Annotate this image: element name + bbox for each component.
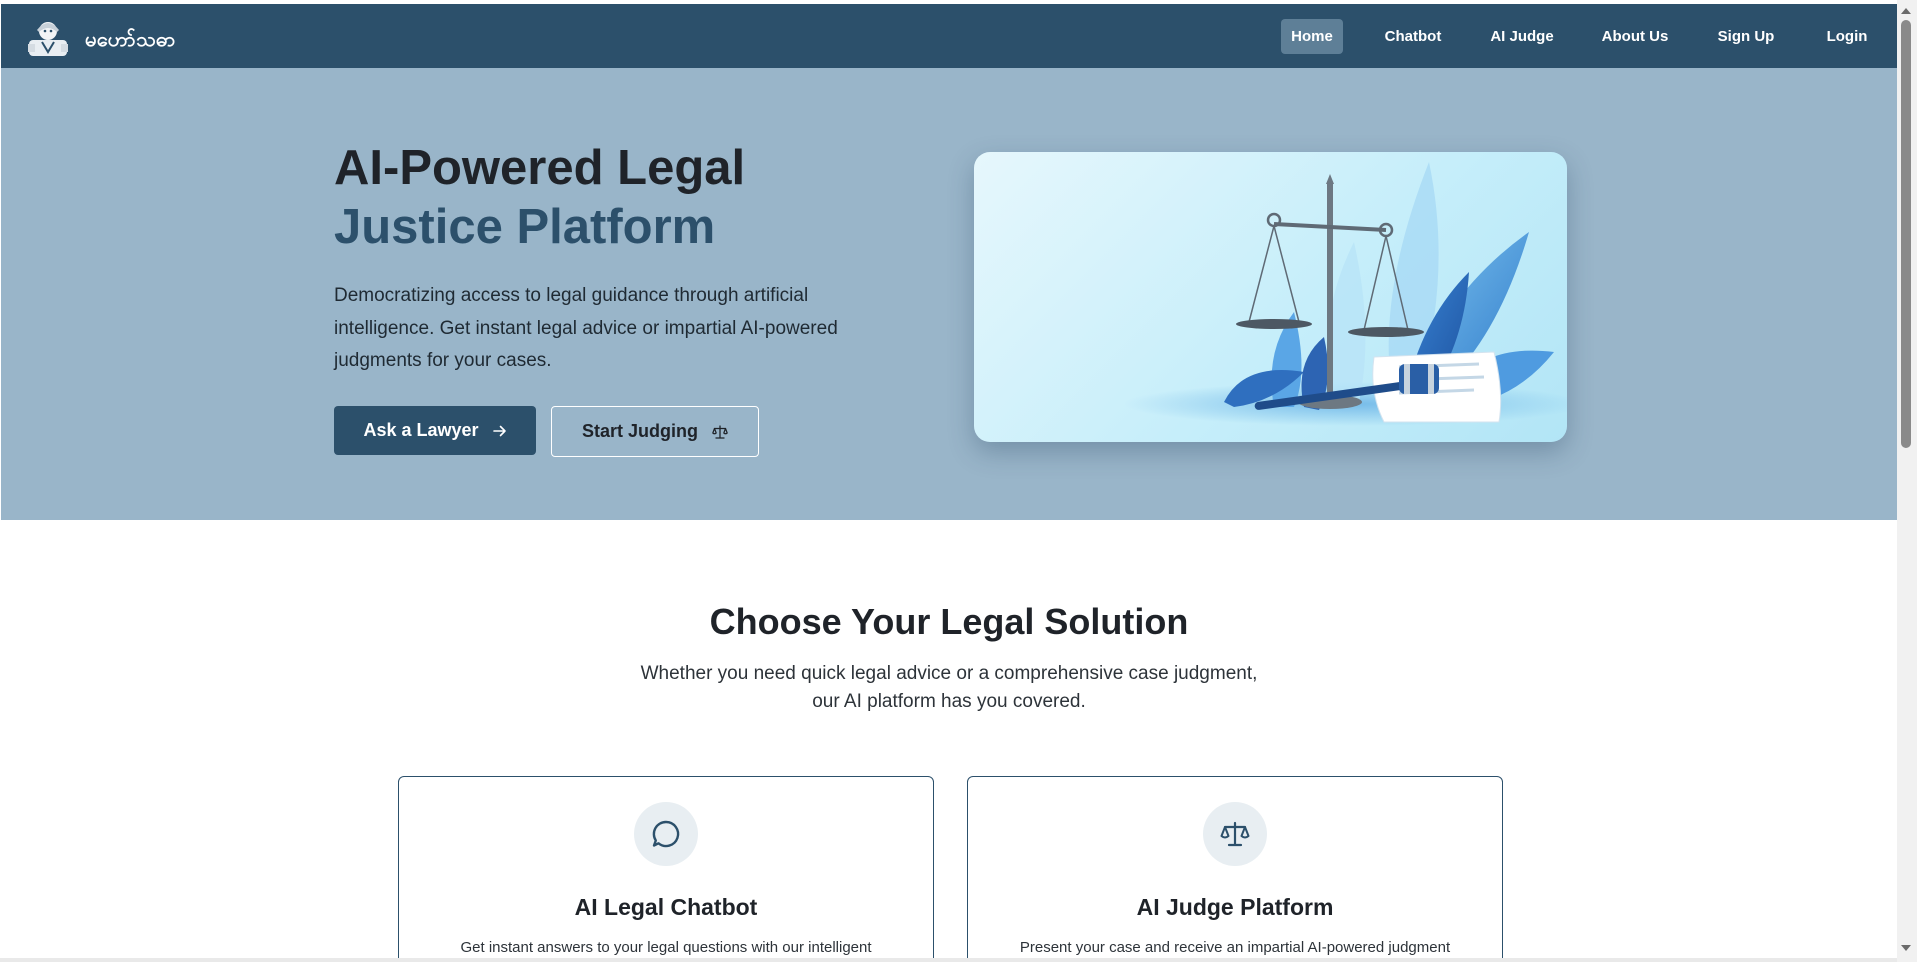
nav-about-us[interactable]: About Us [1597, 19, 1673, 54]
nav-chatbot[interactable]: Chatbot [1378, 19, 1448, 54]
solutions-subtitle-line2: our AI platform has you covered. [812, 691, 1086, 712]
chatbot-card[interactable]: AI Legal Chatbot Get instant answers to … [398, 776, 934, 958]
hero-title-line1: AI-Powered Legal [334, 141, 746, 195]
chatbot-card-title: AI Legal Chatbot [574, 894, 758, 920]
chat-bubble-icon [634, 802, 698, 866]
hero-description: Democratizing access to legal guidance t… [334, 285, 838, 371]
hero-section: AI-Powered Legal Justice Platform Democr… [1, 68, 1897, 520]
nav-sign-up[interactable]: Sign Up [1711, 19, 1781, 54]
vertical-scrollbar[interactable] [1897, 0, 1917, 962]
hero-title-line2: Justice Platform [334, 200, 716, 254]
window-bottom-border [0, 958, 1897, 962]
lawyer-avatar-icon[interactable] [26, 18, 70, 56]
nav-login[interactable]: Login [1819, 19, 1875, 54]
brand-name[interactable]: မဟော်သဓာ [85, 26, 176, 56]
solutions-subtitle: Whether you need quick legal advice or a… [1, 660, 1897, 716]
start-judging-label: Start Judging [582, 421, 698, 441]
navbar: မဟော်သဓာ Home Chatbot AI Judge About Us … [1, 4, 1897, 68]
scroll-up-arrow-icon[interactable] [1901, 8, 1911, 14]
nav-ai-judge[interactable]: AI Judge [1485, 19, 1559, 54]
judge-card[interactable]: AI Judge Platform Present your case and … [967, 776, 1503, 958]
scale-icon [1203, 802, 1267, 866]
page: မဟော်သဓာ Home Chatbot AI Judge About Us … [1, 4, 1897, 958]
judge-card-description: Present your case and receive an imparti… [1019, 939, 1451, 956]
solutions-subtitle-line1: Whether you need quick legal advice or a… [640, 663, 1258, 684]
scale-icon [712, 424, 728, 439]
solutions-title: Choose Your Legal Solution [709, 601, 1189, 642]
judge-card-title: AI Judge Platform [1136, 894, 1334, 920]
scroll-down-arrow-icon[interactable] [1901, 945, 1911, 951]
start-judging-button[interactable]: Start Judging [551, 406, 759, 457]
ask-a-lawyer-label: Ask a Lawyer [363, 420, 479, 440]
scroll-thumb[interactable] [1901, 20, 1911, 448]
ask-a-lawyer-button[interactable]: Ask a Lawyer [334, 406, 536, 455]
arrow-right-icon [492, 425, 506, 436]
justice-scales-illustration [974, 152, 1567, 442]
chatbot-card-description: Get instant answers to your legal questi… [460, 939, 872, 956]
nav-home[interactable]: Home [1281, 19, 1343, 54]
